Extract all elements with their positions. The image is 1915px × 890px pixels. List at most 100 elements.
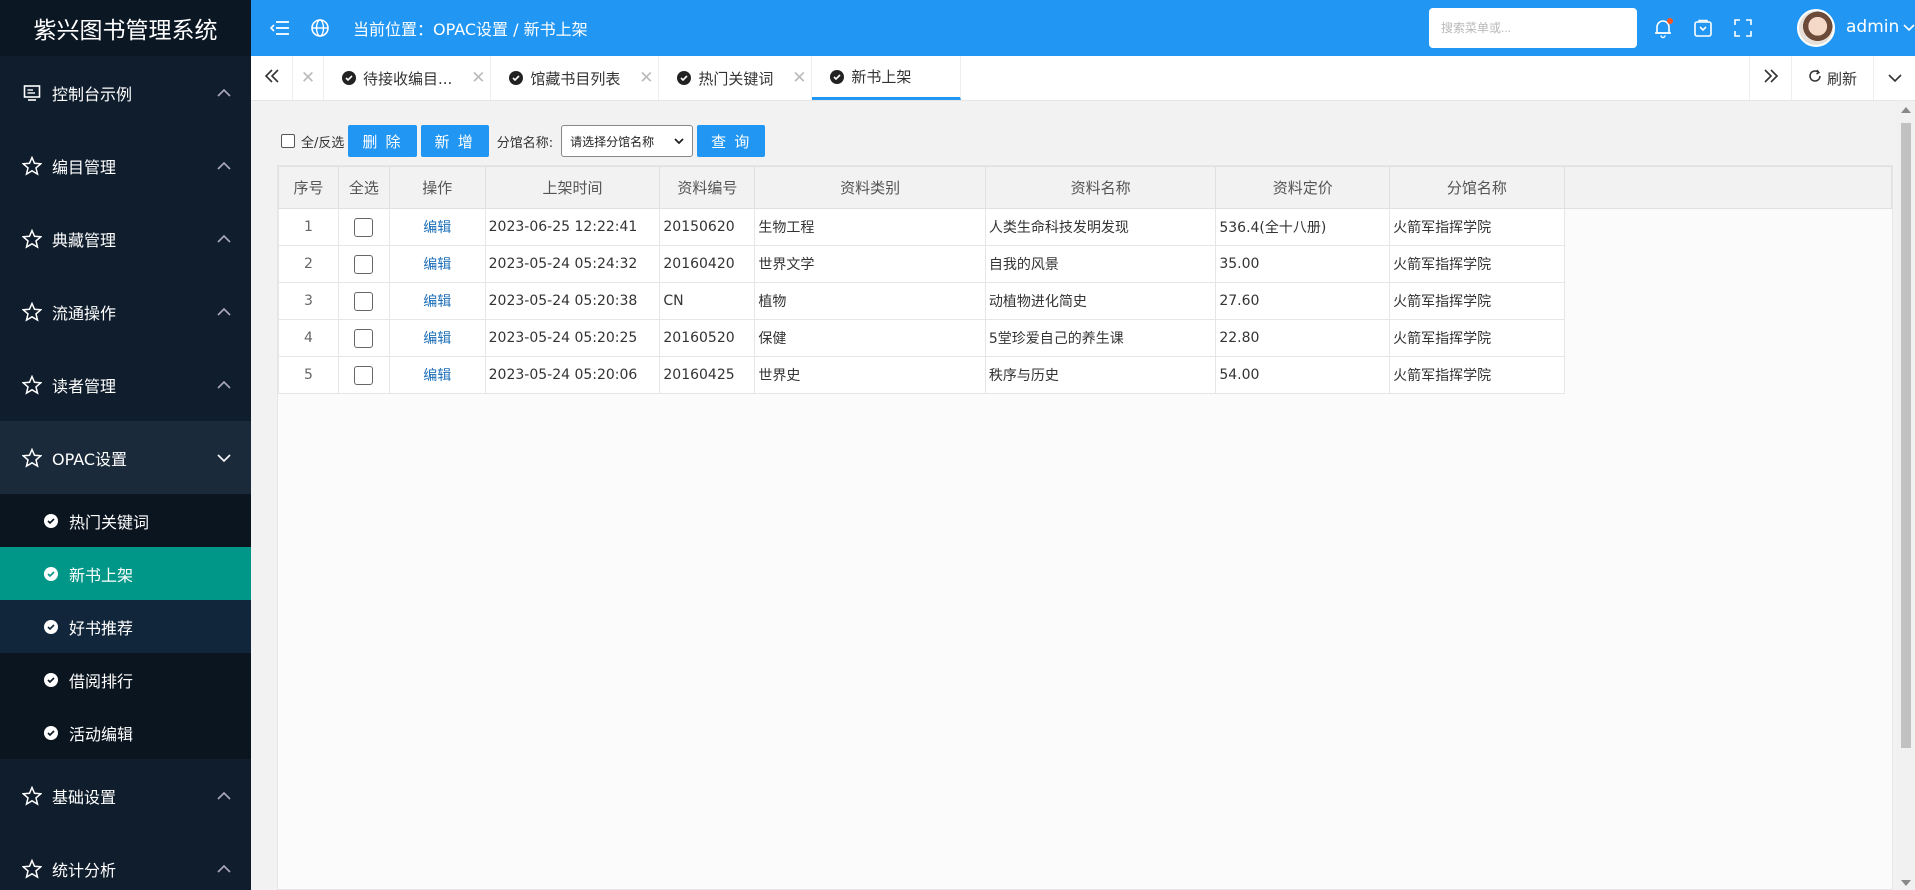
delete-button[interactable]: 删 除 xyxy=(348,125,417,157)
scroll-down-arrow-icon[interactable] xyxy=(1901,880,1911,886)
data-grid: 序号 全选 操作 上架时间 资料编号 资料类别 资料名称 资料定价 分馆名称 1… xyxy=(277,165,1893,890)
sidebar-item-borrow-ranking[interactable]: 借阅排行 xyxy=(0,653,251,706)
row-select-cell xyxy=(337,319,390,357)
row-checkbox[interactable] xyxy=(354,254,374,274)
bell-icon[interactable] xyxy=(1651,16,1675,40)
sidebar-group-statistics[interactable]: 统计分析 xyxy=(0,832,251,890)
tab-menu-dropdown[interactable] xyxy=(1873,56,1915,100)
item-name: 动植物进化简史 xyxy=(984,282,1217,320)
column-header: 资料编号 xyxy=(659,166,756,209)
sidebar-group-collection[interactable]: 典藏管理 xyxy=(0,202,251,275)
column-header-filler xyxy=(1563,166,1893,209)
sidebar-item-label: 热门关键词 xyxy=(69,512,150,532)
branch-name: 火箭军指挥学院 xyxy=(1389,208,1565,246)
page-scrollbar[interactable] xyxy=(1897,101,1915,890)
tab-new-books[interactable]: 新书上架 xyxy=(812,56,962,100)
refresh-label: 刷新 xyxy=(1826,69,1857,88)
menu-collapse-icon[interactable] xyxy=(269,17,291,39)
tab-collection-catalog[interactable]: 馆藏书目列表 ✕ xyxy=(491,56,660,100)
console-icon xyxy=(22,83,42,103)
row-checkbox[interactable] xyxy=(354,217,374,237)
shelf-time: 2023-05-24 05:20:06 xyxy=(484,356,661,394)
column-header[interactable]: 全选 xyxy=(337,166,390,209)
toolbar: 全/反选 删 除 新 增 分馆名称: 请选择分馆名称 查 询 xyxy=(281,125,766,157)
row-checkbox[interactable] xyxy=(354,291,374,311)
table-row: 5 编辑 2023-05-24 05:20:06 20160425 世界史 秩序… xyxy=(278,356,1892,394)
branch-filter-label: 分馆名称: xyxy=(496,135,554,151)
sidebar-group-basic-settings[interactable]: 基础设置 xyxy=(0,759,251,832)
sidebar-item-recommended-books[interactable]: 好书推荐 xyxy=(0,600,251,653)
branch-select[interactable]: 请选择分馆名称 xyxy=(561,125,694,157)
sidebar-group-console[interactable]: 控制台示例 xyxy=(0,56,251,129)
sidebar-group-label: OPAC设置 xyxy=(52,449,128,469)
sidebar-item-label: 活动编辑 xyxy=(69,724,134,744)
close-icon[interactable]: ✕ xyxy=(634,68,658,88)
sidebar-group-cataloging[interactable]: 编目管理 xyxy=(0,129,251,202)
close-icon[interactable]: ✕ xyxy=(787,68,811,88)
tab-home-close-area[interactable]: ✕ xyxy=(293,56,324,100)
row-action-cell: 编辑 xyxy=(388,208,486,246)
sidebar-group-label: 读者管理 xyxy=(52,376,117,396)
sidebar-group-label: 控制台示例 xyxy=(52,84,133,104)
refresh-icon xyxy=(1808,69,1822,87)
refresh-button[interactable]: 刷新 xyxy=(1791,56,1873,100)
close-icon[interactable]: ✕ xyxy=(293,68,323,88)
row-checkbox[interactable] xyxy=(354,365,374,385)
row-action-cell: 编辑 xyxy=(388,282,486,320)
edit-link[interactable]: 编辑 xyxy=(423,220,451,236)
star-icon xyxy=(22,228,42,249)
item-code: 20150620 xyxy=(659,208,756,246)
sidebar-item-label: 好书推荐 xyxy=(69,618,134,638)
close-icon[interactable]: ✕ xyxy=(466,68,490,88)
fullscreen-icon[interactable] xyxy=(1731,16,1755,40)
star-icon xyxy=(22,155,42,176)
edit-link[interactable]: 编辑 xyxy=(423,368,451,384)
shelf-time: 2023-05-24 05:20:25 xyxy=(484,319,661,357)
tab-hot-keywords[interactable]: 热门关键词 ✕ xyxy=(659,56,813,100)
row-action-cell: 编辑 xyxy=(388,356,486,394)
branch-name: 火箭军指挥学院 xyxy=(1389,282,1565,320)
scrollbar-thumb[interactable] xyxy=(1901,123,1911,748)
lock-screen-icon[interactable] xyxy=(1691,16,1715,40)
branch-select-value: 请选择分馆名称 xyxy=(570,134,655,149)
column-header: 序号 xyxy=(278,166,339,209)
shelf-time: 2023-05-24 05:20:38 xyxy=(484,282,661,320)
menu-search-input[interactable] xyxy=(1429,8,1637,48)
sidebar-item-new-books[interactable]: 新书上架 xyxy=(0,547,251,600)
globe-icon[interactable] xyxy=(309,17,331,39)
sidebar-group-circulation[interactable]: 流通操作 xyxy=(0,275,251,348)
sidebar-item-event-editing[interactable]: 活动编辑 xyxy=(0,706,251,759)
sidebar-group-label: 基础设置 xyxy=(52,787,117,807)
sidebar-group-opac[interactable]: OPAC设置 xyxy=(0,421,251,494)
row-number: 2 xyxy=(278,245,339,283)
chevron-up-icon xyxy=(217,789,231,803)
sidebar-group-label: 编目管理 xyxy=(52,157,117,177)
column-header: 资料名称 xyxy=(984,166,1217,209)
scroll-up-arrow-icon[interactable] xyxy=(1901,107,1911,113)
edit-link[interactable]: 编辑 xyxy=(423,331,451,347)
tab-scroll-left-button[interactable] xyxy=(251,56,293,100)
username: admin xyxy=(1846,17,1900,37)
tab-scroll-right-button[interactable] xyxy=(1749,56,1791,100)
edit-link[interactable]: 编辑 xyxy=(423,294,451,310)
add-button[interactable]: 新 增 xyxy=(420,125,489,157)
item-price: 54.00 xyxy=(1215,356,1391,394)
sidebar-group-readers[interactable]: 读者管理 xyxy=(0,348,251,421)
chevron-up-icon xyxy=(217,378,231,392)
star-icon xyxy=(22,447,42,468)
edit-link[interactable]: 编辑 xyxy=(423,257,451,273)
double-chevron-right-icon xyxy=(1763,69,1779,87)
branch-name: 火箭军指挥学院 xyxy=(1389,356,1565,394)
query-button[interactable]: 查 询 xyxy=(697,125,766,157)
item-code: 20160425 xyxy=(659,356,756,394)
row-select-cell xyxy=(337,245,390,283)
tab-pending-cataloging[interactable]: 待接收编目... ✕ xyxy=(324,56,492,100)
star-icon xyxy=(22,374,42,395)
select-all-checkbox[interactable] xyxy=(281,134,295,148)
branch-name: 火箭军指挥学院 xyxy=(1389,319,1565,357)
row-checkbox[interactable] xyxy=(354,328,374,348)
user-menu[interactable]: admin xyxy=(1846,17,1915,37)
sidebar-item-hot-keywords[interactable]: 热门关键词 xyxy=(0,494,251,547)
avatar[interactable] xyxy=(1797,9,1835,47)
item-code: 20160420 xyxy=(659,245,756,283)
